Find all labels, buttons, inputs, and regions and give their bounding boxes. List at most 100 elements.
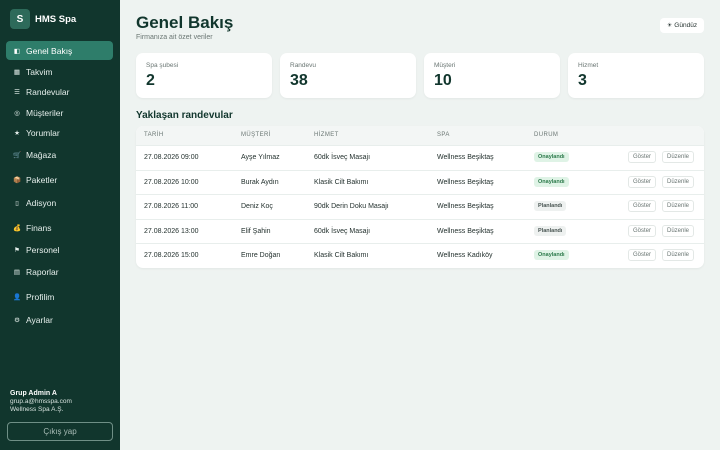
dashboard-icon: ◧ <box>13 47 21 55</box>
cell-spa: Wellness Beşiktaş <box>437 178 494 186</box>
package-icon: 📦 <box>12 176 22 184</box>
edit-button[interactable]: Düzenle <box>662 249 695 262</box>
status-badge: Onaylandı <box>534 152 569 162</box>
sidebar-item-label: Yorumlar <box>26 127 60 138</box>
user-info: Grup Admin A grup.a@hmsspa.com Wellness … <box>10 390 72 413</box>
theme-label: Gündüz <box>674 22 698 29</box>
sidebar: S HMS Spa ◧ Genel Bakış ▦ Takvim ☰ Randevular… <box>0 0 120 450</box>
sidebar-item-package[interactable]: 📦 Paketler <box>6 170 113 189</box>
sidebar-item-star[interactable]: ★ Yorumlar <box>6 123 113 142</box>
page-subtitle: Firmanıza ait özet veriler <box>136 34 213 41</box>
sidebar-item-staff[interactable]: ⚑ Personel <box>6 240 113 259</box>
upcoming-appointments-title: Yaklaşan randevular <box>136 110 233 121</box>
sidebar-item-label: Genel Bakış <box>26 45 73 56</box>
sidebar-item-label: Raporlar <box>26 266 59 277</box>
sidebar-item-label: Personel <box>26 244 60 255</box>
table-row: 27.08.2026 09:00 Ayşe Yılmaz 60dk İsveç Ma… <box>136 145 704 170</box>
cell-spa: Wellness Beşiktaş <box>437 154 494 161</box>
cell-spa: Wellness Beşiktaş <box>437 227 494 235</box>
edit-button[interactable]: Düzenle <box>662 224 695 237</box>
users-icon: ◎ <box>14 109 20 117</box>
user-company: Wellness Spa A.Ş. <box>10 406 64 413</box>
show-button[interactable]: Göster <box>628 249 657 262</box>
show-button[interactable]: Göster <box>628 200 657 213</box>
page-title: Genel Bakış <box>136 13 234 32</box>
sidebar-item-dashboard[interactable]: ◧ Genel Bakış <box>6 41 113 60</box>
brand[interactable]: S HMS Spa <box>10 9 76 29</box>
cell-date: 27.08.2026 13:00 <box>144 227 199 235</box>
upcoming-appointments-table: TARİH MÜŞTERİ HİZMET SPA DURUM 27.08.202… <box>136 126 704 268</box>
column-header-status: DURUM <box>534 132 559 138</box>
show-button[interactable]: Göster <box>628 224 657 237</box>
sidebar-nav: ◧ Genel Bakış ▦ Takvim ☰ Randevular ◎ Müşterile… <box>6 41 113 331</box>
sidebar-item-label: Adisyon <box>26 197 57 208</box>
star-icon: ★ <box>14 129 20 137</box>
cell-date: 27.08.2026 10:00 <box>144 178 199 186</box>
sidebar-item-label: Takvim <box>26 66 53 77</box>
cell-spa: Wellness Beşiktaş <box>437 203 494 211</box>
status-badge: Planlandı <box>534 201 567 212</box>
cell-date: 27.08.2026 15:00 <box>144 252 199 260</box>
sidebar-item-profile[interactable]: 👤 Profilim <box>6 287 113 306</box>
edit-button[interactable]: Düzenle <box>662 175 695 188</box>
cell-customer: Elif Şahin <box>241 227 271 235</box>
cell-date: 27.08.2026 11:00 <box>144 203 198 211</box>
sun-icon: ☀ <box>666 23 673 29</box>
table-row: 27.08.2026 10:00 Burak Aydın Klasik Cilt B… <box>136 169 704 195</box>
table-row: 27.08.2026 13:00 Elif Şahin 60dk İsveç Mas… <box>136 218 704 244</box>
brand-name: HMS Spa <box>35 13 77 25</box>
profile-icon: 👤 <box>12 293 22 301</box>
sidebar-item-label: Mağaza <box>26 149 57 160</box>
cell-customer: Burak Aydın <box>241 178 279 186</box>
user-name: Grup Admin A <box>10 390 57 397</box>
stat-value: 2 <box>146 72 155 89</box>
cell-service: Klasik Cilt Bakımı <box>314 252 369 260</box>
sidebar-item-money[interactable]: 💰 Finans <box>6 218 113 237</box>
sidebar-item-label: Müşteriler <box>26 107 64 118</box>
theme-toggle-button[interactable]: ☀ Gündüz <box>660 18 704 33</box>
sidebar-item-label: Randevular <box>26 86 70 97</box>
status-badge: Onaylandı <box>534 176 569 187</box>
column-header-customer: MÜŞTERİ <box>241 132 271 138</box>
stat-card-customers: Müşteri 10 <box>424 53 560 98</box>
table-header: TARİH MÜŞTERİ HİZMET SPA DURUM <box>136 126 704 145</box>
sidebar-item-calendar[interactable]: ▦ Takvim <box>6 62 113 81</box>
cell-customer: Emre Doğan <box>241 252 281 260</box>
chart-icon: ▤ <box>13 268 21 276</box>
column-header-date: TARİH <box>144 132 164 138</box>
status-badge: Planlandı <box>534 225 567 236</box>
sidebar-item-chart[interactable]: ▤ Raporlar <box>6 262 113 281</box>
cell-customer: Ayşe Yılmaz <box>241 154 280 161</box>
money-icon: 💰 <box>12 224 22 232</box>
sidebar-item-users[interactable]: ◎ Müşteriler <box>6 103 113 122</box>
stat-value: 10 <box>434 72 452 89</box>
logout-button[interactable]: Çıkış yap <box>7 422 113 441</box>
column-header-service: HİZMET <box>314 132 339 138</box>
column-header-spa: SPA <box>437 132 450 138</box>
stat-label: Randevu <box>290 62 317 69</box>
table-row: 27.08.2026 11:00 Deniz Koç 90dk Derin Doku… <box>136 194 704 219</box>
sidebar-item-label: Ayarlar <box>26 314 53 325</box>
cell-date: 27.08.2026 09:00 <box>144 154 199 161</box>
cell-customer: Deniz Koç <box>241 203 273 211</box>
calendar-icon: ▦ <box>13 68 21 76</box>
sidebar-item-receipt[interactable]: ▯ Adisyon <box>6 193 113 212</box>
table-row: 27.08.2026 15:00 Emre Doğan Klasik Cilt Ba… <box>136 243 704 268</box>
brand-logo: S <box>10 9 30 29</box>
stat-label: Hizmet <box>578 62 599 69</box>
cart-icon: 🛒 <box>12 151 22 159</box>
edit-button[interactable]: Düzenle <box>662 151 695 163</box>
cell-service: 90dk Derin Doku Masajı <box>314 203 389 211</box>
sidebar-item-settings[interactable]: ⚙ Ayarlar <box>6 310 113 329</box>
sidebar-item-label: Finans <box>26 222 52 233</box>
sidebar-item-cart[interactable]: 🛒 Mağaza <box>6 145 113 164</box>
stat-label: Spa şubesi <box>146 62 179 69</box>
stat-value: 38 <box>290 72 308 89</box>
receipt-icon: ▯ <box>15 199 19 207</box>
edit-button[interactable]: Düzenle <box>662 200 695 213</box>
stat-label: Müşteri <box>434 62 456 69</box>
show-button[interactable]: Göster <box>628 151 657 163</box>
show-button[interactable]: Göster <box>628 175 657 188</box>
cell-service: 60dk İsveç Masajı <box>314 227 371 235</box>
sidebar-item-list[interactable]: ☰ Randevular <box>6 82 113 101</box>
